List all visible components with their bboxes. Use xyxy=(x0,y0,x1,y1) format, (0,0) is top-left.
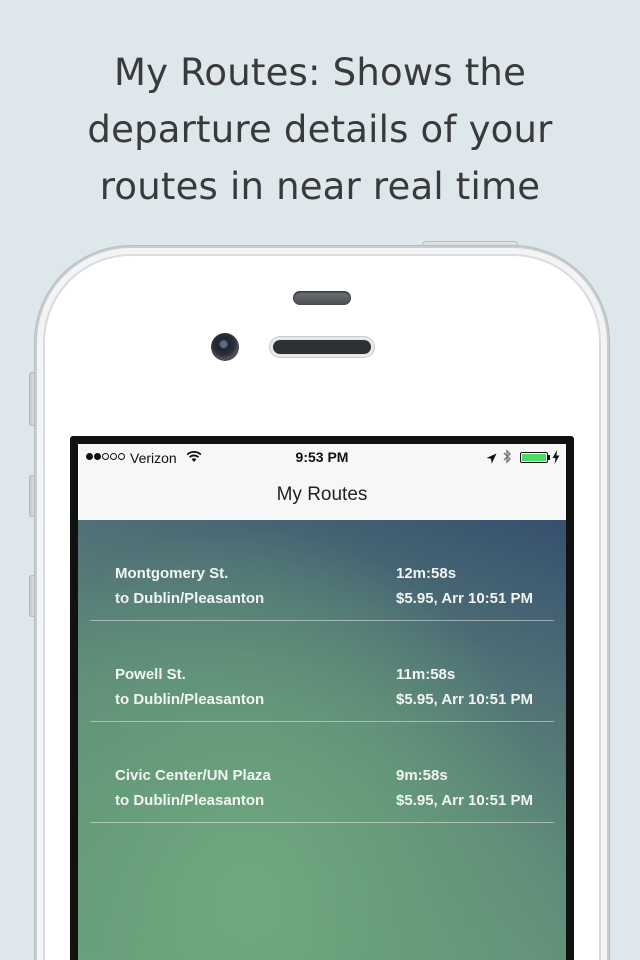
promo-page: My Routes: Shows the departure details o… xyxy=(0,0,640,960)
route-row-civic-center[interactable]: Civic Center/UN Plaza to Dublin/Pleasant… xyxy=(90,722,554,823)
route-fare-arrival: $5.95, Arr 10:51 PM xyxy=(396,691,534,708)
battery-icon xyxy=(520,452,548,463)
route-countdown: 12m:58s xyxy=(396,565,457,582)
route-destination: to Dublin/Pleasanton xyxy=(115,590,265,607)
route-station: Montgomery St. xyxy=(115,565,229,582)
promo-caption: My Routes: Shows the departure details o… xyxy=(0,44,640,215)
front-camera-icon xyxy=(211,333,239,361)
route-origin: Montgomery St. to Dublin/Pleasanton xyxy=(115,561,264,611)
page-title: My Routes xyxy=(276,484,368,505)
status-bar: Verizon 9:53 PM xyxy=(78,444,566,472)
route-row-montgomery[interactable]: Montgomery St. to Dublin/Pleasanton 12m:… xyxy=(90,520,554,621)
navigation-bar: My Routes xyxy=(78,472,566,520)
route-station: Civic Center/UN Plaza xyxy=(115,767,271,784)
route-origin: Civic Center/UN Plaza to Dublin/Pleasant… xyxy=(115,763,271,813)
routes-list: Montgomery St. to Dublin/Pleasanton 12m:… xyxy=(78,520,566,960)
route-fare-arrival: $5.95, Arr 10:51 PM xyxy=(396,792,534,809)
caption-line-2: departure details of your xyxy=(87,108,553,151)
route-departure: 11m:58s $5.95, Arr 10:51 PM xyxy=(396,662,533,712)
route-row-powell[interactable]: Powell St. to Dublin/Pleasanton 11m:58s … xyxy=(90,621,554,722)
route-origin: Powell St. to Dublin/Pleasanton xyxy=(115,662,264,712)
charging-bolt-icon xyxy=(552,450,560,467)
battery-tip xyxy=(548,455,550,460)
route-destination: to Dublin/Pleasanton xyxy=(115,792,265,809)
route-station: Powell St. xyxy=(115,666,186,683)
proximity-sensor xyxy=(293,291,351,305)
route-fare-arrival: $5.95, Arr 10:51 PM xyxy=(396,590,534,607)
caption-line-3: routes in near real time xyxy=(99,165,541,208)
caption-line-1: My Routes: Shows the xyxy=(113,51,527,94)
route-departure: 9m:58s $5.95, Arr 10:51 PM xyxy=(396,763,533,813)
route-departure: 12m:58s $5.95, Arr 10:51 PM xyxy=(396,561,533,611)
earpiece-speaker xyxy=(273,340,371,354)
battery-level xyxy=(522,454,546,461)
route-destination: to Dublin/Pleasanton xyxy=(115,691,265,708)
bluetooth-icon xyxy=(502,449,512,467)
app-screen: Verizon 9:53 PM My Routes Montgomery St.… xyxy=(78,444,566,960)
route-countdown: 9m:58s xyxy=(396,767,448,784)
location-arrow-icon xyxy=(486,451,497,467)
route-countdown: 11m:58s xyxy=(396,666,456,683)
